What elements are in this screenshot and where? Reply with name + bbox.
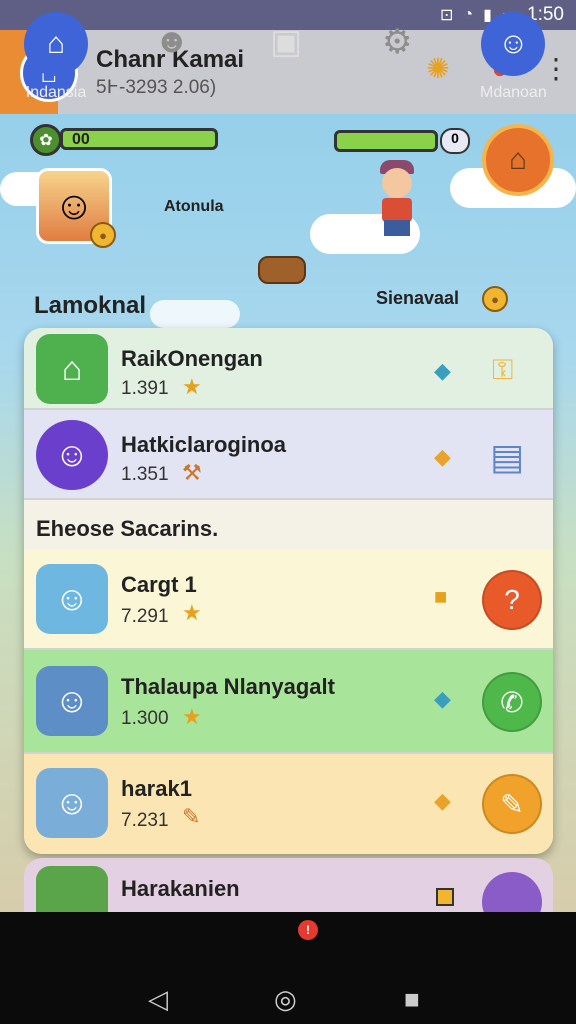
coin-icon: ● bbox=[90, 222, 116, 248]
home-icon: ⌂ bbox=[24, 12, 88, 76]
nav-profile[interactable]: ☺ Mdanoan bbox=[480, 12, 547, 102]
settings-gear-icon[interactable]: ✺ bbox=[418, 52, 458, 85]
section-title: Eheose Sacarins. bbox=[36, 516, 219, 541]
edit-button[interactable]: ✎ bbox=[482, 774, 542, 834]
friends-icon[interactable]: ☻ bbox=[154, 22, 190, 61]
level-badge-icon: ✿ bbox=[30, 124, 62, 156]
key-icon[interactable]: ⚿ bbox=[492, 354, 513, 387]
xp-text: 00 bbox=[72, 131, 90, 148]
recents-icon[interactable]: ■ bbox=[404, 984, 420, 1015]
inbox-icon[interactable]: ▣ bbox=[270, 22, 302, 62]
list-item[interactable]: ☺ Hatkiclaroginoa 1.351 ⚒ ◆ ▤ bbox=[24, 410, 553, 500]
map-label: Atonula bbox=[164, 198, 224, 215]
list-item[interactable]: ☺ harak1 7.231 ✎ ◆ ✎ bbox=[24, 754, 553, 854]
wifi-icon: ◔ bbox=[463, 6, 474, 23]
star-icon: ★ bbox=[182, 600, 202, 625]
profile-icon: ☺ bbox=[481, 12, 546, 76]
list-item[interactable]: ⌂ RaikOnengan 1.391 ★ ◆ ⚿ bbox=[24, 328, 553, 410]
location-list: ⌂ RaikOnengan 1.391 ★ ◆ ⚿ ☺ Hatkiclarogi… bbox=[24, 328, 553, 854]
document-icon[interactable]: ▤ bbox=[490, 436, 524, 478]
house-icon: ⌂ bbox=[36, 334, 108, 404]
hammer-icon: ⚒ bbox=[182, 460, 202, 485]
back-icon[interactable]: ◁ bbox=[148, 984, 168, 1015]
star-icon: ★ bbox=[182, 374, 202, 399]
square-icon: ■ bbox=[434, 584, 448, 609]
leaf-icon[interactable]: ◆ bbox=[434, 444, 451, 470]
notification-badge: ! bbox=[298, 920, 318, 940]
player-character[interactable] bbox=[374, 158, 420, 238]
call-button[interactable]: ✆ bbox=[482, 672, 542, 732]
nav-home[interactable]: ⌂ Indansia bbox=[24, 12, 88, 102]
energy-bar bbox=[334, 130, 438, 152]
star-icon: ★ bbox=[182, 704, 202, 729]
scene-thumbnail: ☺ bbox=[36, 564, 108, 634]
coin-icon: ● bbox=[482, 286, 508, 312]
region-label: Sienavaal bbox=[376, 288, 460, 308]
nfc-icon: ⊡ bbox=[440, 7, 454, 24]
pencil-icon: ✎ bbox=[182, 804, 201, 829]
scene-thumbnail bbox=[36, 866, 108, 912]
region-label: Lamoknal bbox=[34, 292, 147, 319]
square-icon bbox=[436, 888, 454, 906]
list-item[interactable]: Harakanien bbox=[24, 858, 553, 912]
leaf-icon[interactable]: ◆ bbox=[434, 358, 451, 384]
action-button[interactable] bbox=[482, 872, 542, 912]
leaf-icon[interactable]: ◆ bbox=[434, 788, 451, 814]
scene-thumbnail: ☺ bbox=[36, 666, 108, 736]
ghost-icon: ☺ bbox=[36, 420, 108, 490]
home-circle-icon[interactable]: ◎ bbox=[274, 984, 297, 1015]
cloud bbox=[150, 300, 240, 328]
list-item[interactable]: ☺ Thalaupa Nlanyagalt 1.300 ★ ◆ ✆ bbox=[24, 650, 553, 754]
log-item-icon[interactable] bbox=[258, 256, 306, 284]
scene-thumbnail: ☺ bbox=[36, 768, 108, 838]
help-button[interactable]: ? bbox=[482, 570, 542, 630]
energy-pill: 0 bbox=[440, 128, 470, 154]
settings-gear-icon[interactable]: ⚙ bbox=[382, 22, 412, 62]
player-id: 5Ͱ-3293 2.06) bbox=[96, 77, 217, 98]
list-item[interactable]: ☺ Cargt 1 7.291 ★ ■ ? bbox=[24, 550, 553, 650]
shop-icon[interactable]: ⌂ bbox=[482, 124, 554, 196]
leaf-icon[interactable]: ◆ bbox=[434, 686, 451, 712]
